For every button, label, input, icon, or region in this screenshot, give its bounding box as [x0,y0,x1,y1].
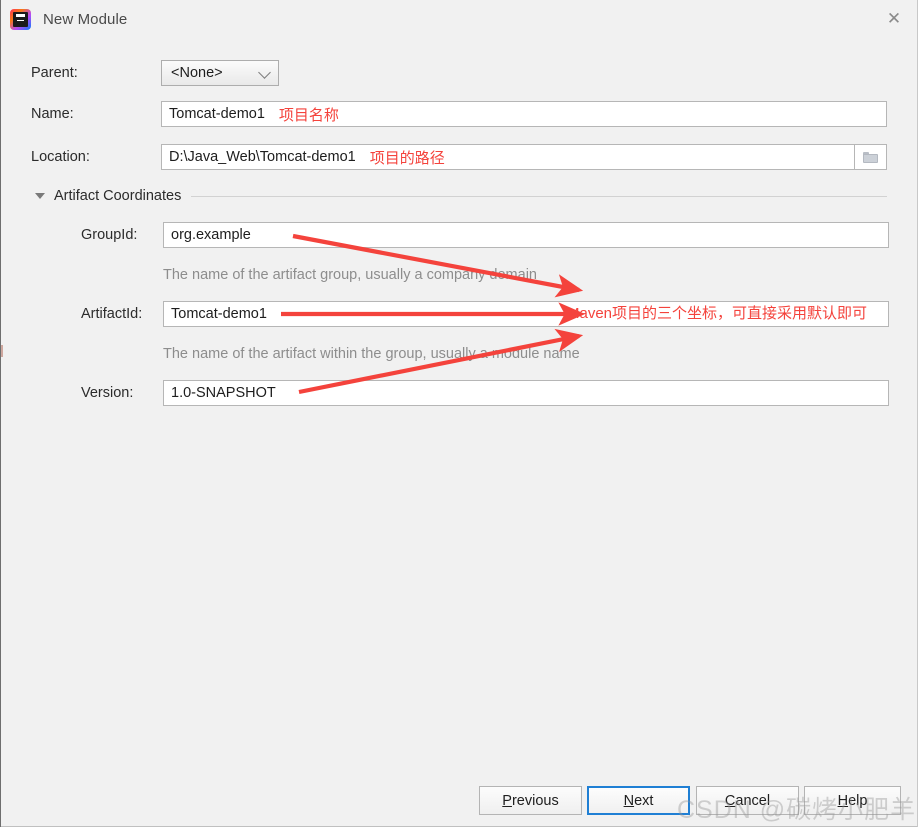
location-input[interactable]: D:\Java_Web\Tomcat-demo1 项目的路径 [161,144,855,170]
location-browse-button[interactable] [855,144,887,170]
parent-dropdown[interactable]: <None> [161,60,279,86]
title-bar: New Module ✕ [1,0,917,38]
parent-row: Parent: <None> [31,60,279,86]
dialog-button-bar: Previous Next Cancel Help [1,786,917,816]
version-label: Version: [81,385,134,401]
name-label: Name: [31,106,74,122]
cancel-button[interactable]: Cancel [696,786,799,815]
groupid-row: GroupId: org.example [81,222,889,248]
help-label: elp [848,792,868,809]
artifactid-hint: The name of the artifact within the grou… [163,346,580,362]
groupid-label: GroupId: [81,227,138,243]
next-mnemonic: N [623,792,635,809]
groupid-input[interactable]: org.example [163,222,889,248]
version-value: 1.0-SNAPSHOT [171,385,276,401]
maven-coordinates-annotation: Maven项目的三个坐标，可直接采用默认即可 [567,305,868,322]
window-title: New Module [43,10,128,28]
name-annotation: 项目名称 [278,106,339,124]
location-label: Location: [31,149,90,165]
location-annotation: 项目的路径 [369,149,445,167]
previous-label: revious [511,792,559,809]
parent-label: Parent: [31,65,78,81]
next-label: ext [634,792,654,809]
artifact-coordinates-section-header[interactable]: Artifact Coordinates [35,188,887,204]
location-row: Location: D:\Java_Web\Tomcat-demo1 项目的路径 [31,144,887,170]
artifact-coordinates-title: Artifact Coordinates [54,188,182,204]
groupid-value: org.example [171,227,251,243]
parent-value: <None> [171,65,223,81]
cancel-label: ancel [735,792,771,809]
artifactid-value: Tomcat-demo1 [171,306,267,322]
previous-mnemonic: P [502,792,512,809]
name-row: Name: Tomcat-demo1 项目名称 [31,101,887,127]
name-input[interactable]: Tomcat-demo1 项目名称 [161,101,887,127]
groupid-hint: The name of the artifact group, usually … [163,267,537,283]
version-row: Version: 1.0-SNAPSHOT [81,380,889,406]
next-button[interactable]: Next [587,786,690,815]
new-module-dialog: New Module ✕ Parent: <None> Name: Tomcat… [0,0,918,827]
name-value: Tomcat-demo1 [169,106,265,122]
artifactid-label: ArtifactId: [81,306,143,322]
location-value: D:\Java_Web\Tomcat-demo1 [169,149,356,165]
triangle-down-icon[interactable] [35,193,45,199]
help-mnemonic: H [837,792,849,809]
close-icon[interactable]: ✕ [871,0,917,38]
previous-button[interactable]: Previous [479,786,582,815]
window-edge-artifact [1,345,3,357]
folder-icon [863,151,878,163]
cancel-mnemonic: C [724,792,736,809]
help-button[interactable]: Help [804,786,901,815]
version-input[interactable]: 1.0-SNAPSHOT [163,380,889,406]
chevron-down-icon [258,66,271,79]
intellij-idea-logo-icon [10,8,31,30]
section-divider [191,195,887,197]
